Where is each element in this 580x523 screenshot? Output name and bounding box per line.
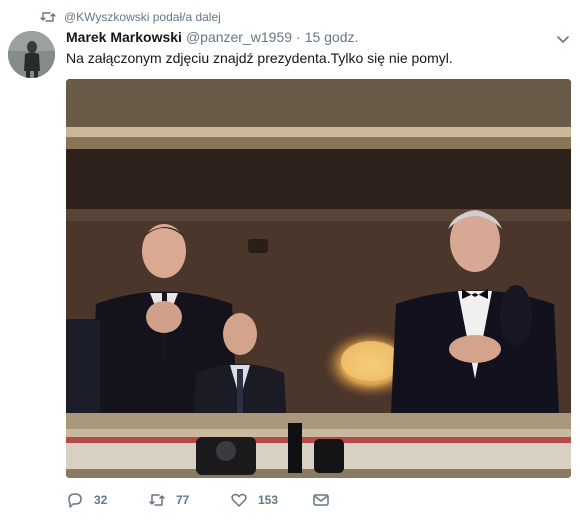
reply-count: 32 xyxy=(94,493,108,507)
like-count: 153 xyxy=(258,493,279,507)
author-fullname[interactable]: Marek Markowski xyxy=(66,29,182,45)
header-separator: · xyxy=(296,29,301,45)
tweet-text: Na załączonym zdjęciu znajdź prezydenta.… xyxy=(66,50,453,66)
envelope-icon xyxy=(313,494,329,506)
retweet-icon xyxy=(40,12,56,22)
reply-icon xyxy=(68,493,82,508)
retweet-context-text[interactable]: @KWyszkowski podał/a dalej xyxy=(64,10,221,24)
photo-image xyxy=(66,79,571,478)
tweet-photo[interactable] xyxy=(66,79,571,478)
chevron-down-icon[interactable] xyxy=(556,32,570,46)
tweet-actions: 32 77 153 xyxy=(66,488,394,512)
retweet-button[interactable]: 77 xyxy=(148,491,230,509)
reply-button[interactable]: 32 xyxy=(66,491,148,509)
retweet-count: 77 xyxy=(176,493,190,507)
direct-message-button[interactable] xyxy=(312,491,394,509)
like-button[interactable]: 153 xyxy=(230,491,312,509)
tweet-header: Marek Markowski @panzer_w1959 · 15 godz. xyxy=(66,29,358,49)
retweet-icon xyxy=(149,494,165,506)
tweet: @KWyszkowski podał/a dalej Marek Markows… xyxy=(0,0,580,523)
author-username[interactable]: @panzer_w1959 xyxy=(186,29,292,45)
heart-icon xyxy=(231,493,247,507)
tweet-timestamp[interactable]: 15 godz. xyxy=(305,29,359,45)
avatar[interactable] xyxy=(8,31,55,78)
avatar-photo xyxy=(8,31,55,78)
retweet-context: @KWyszkowski podał/a dalej xyxy=(40,9,221,25)
